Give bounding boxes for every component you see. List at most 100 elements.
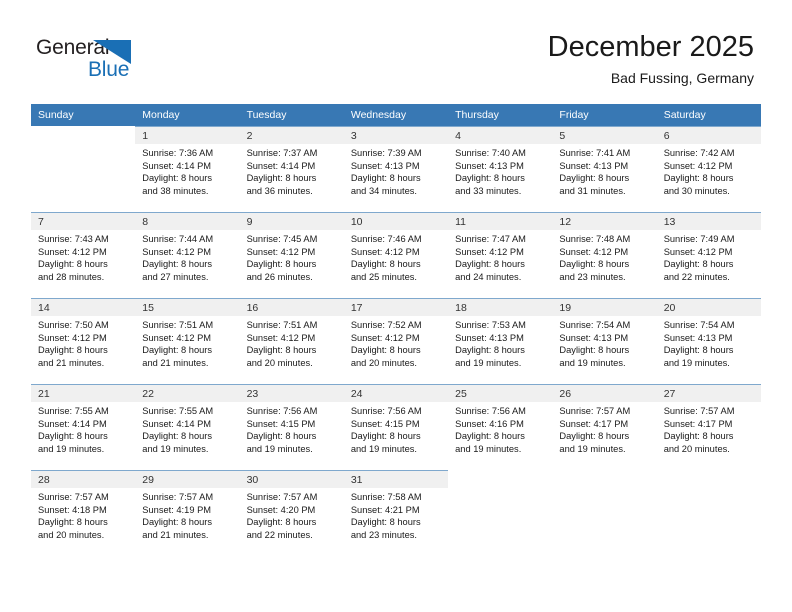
- day-number: 11: [448, 213, 553, 230]
- page-subtitle: Bad Fussing, Germany: [610, 70, 754, 86]
- weekday-header-thursday: Thursday: [448, 104, 553, 127]
- day-number: 3: [343, 127, 449, 144]
- day-cell[interactable]: 15 Sunrise: 7:51 AM Sunset: 4:12 PM Dayl…: [135, 298, 240, 385]
- sunset-text: Sunset: 4:13 PM: [455, 332, 524, 343]
- day-cell[interactable]: 5 Sunrise: 7:41 AM Sunset: 4:13 PM Dayli…: [552, 126, 657, 213]
- daylight-text-line1: Daylight: 8 hours: [38, 259, 108, 270]
- day-cell[interactable]: 18 Sunrise: 7:53 AM Sunset: 4:13 PM Dayl…: [448, 298, 553, 385]
- sunset-text: Sunset: 4:21 PM: [350, 504, 420, 515]
- daylight-text-line1: Daylight: 8 hours: [38, 517, 108, 528]
- day-cell[interactable]: 27 Sunrise: 7:57 AM Sunset: 4:17 PM Dayl…: [656, 384, 761, 471]
- daylight-text-line2: and 21 minutes.: [142, 529, 209, 540]
- daylight-text-line1: Daylight: 8 hours: [455, 173, 525, 184]
- daylight-text-line2: and 19 minutes.: [559, 443, 626, 454]
- day-number: 8: [135, 213, 240, 230]
- day-number: [31, 127, 135, 144]
- day-details: Sunrise: 7:57 AM Sunset: 4:19 PM Dayligh…: [135, 488, 239, 541]
- day-details: Sunrise: 7:48 AM Sunset: 4:12 PM Dayligh…: [552, 230, 656, 283]
- day-cell[interactable]: 17 Sunrise: 7:52 AM Sunset: 4:12 PM Dayl…: [343, 298, 449, 385]
- day-number: 1: [135, 127, 240, 144]
- day-details: Sunrise: 7:57 AM Sunset: 4:18 PM Dayligh…: [31, 488, 135, 541]
- weekday-header-row: Sunday Monday Tuesday Wednesday Thursday…: [31, 104, 761, 127]
- sunrise-text: Sunrise: 7:51 AM: [246, 320, 318, 330]
- sunset-text: Sunset: 4:12 PM: [246, 246, 316, 257]
- day-cell[interactable]: 8 Sunrise: 7:44 AM Sunset: 4:12 PM Dayli…: [135, 212, 240, 299]
- sunrise-text: Sunrise: 7:40 AM: [455, 148, 526, 158]
- day-cell[interactable]: 14 Sunrise: 7:50 AM Sunset: 4:12 PM Dayl…: [31, 298, 136, 385]
- sunset-text: Sunset: 4:12 PM: [142, 246, 212, 257]
- sunrise-text: Sunrise: 7:56 AM: [455, 406, 526, 416]
- sunrise-text: Sunrise: 7:56 AM: [246, 406, 318, 416]
- day-details: Sunrise: 7:40 AM Sunset: 4:13 PM Dayligh…: [448, 144, 552, 197]
- day-cell[interactable]: 22 Sunrise: 7:55 AM Sunset: 4:14 PM Dayl…: [135, 384, 240, 471]
- daylight-text-line2: and 19 minutes.: [663, 357, 730, 368]
- daylight-text-line1: Daylight: 8 hours: [246, 345, 317, 356]
- day-cell[interactable]: 3 Sunrise: 7:39 AM Sunset: 4:13 PM Dayli…: [343, 126, 449, 213]
- daylight-text-line1: Daylight: 8 hours: [246, 517, 317, 528]
- day-cell[interactable]: 12 Sunrise: 7:48 AM Sunset: 4:12 PM Dayl…: [552, 212, 657, 299]
- day-number: [552, 471, 656, 488]
- day-cell[interactable]: 21 Sunrise: 7:55 AM Sunset: 4:14 PM Dayl…: [31, 384, 136, 471]
- daylight-text-line2: and 26 minutes.: [246, 271, 313, 282]
- day-details: Sunrise: 7:57 AM Sunset: 4:17 PM Dayligh…: [657, 402, 761, 455]
- day-details: Sunrise: 7:52 AM Sunset: 4:12 PM Dayligh…: [344, 316, 448, 369]
- sunrise-text: Sunrise: 7:57 AM: [246, 492, 318, 502]
- day-cell[interactable]: 26 Sunrise: 7:57 AM Sunset: 4:17 PM Dayl…: [552, 384, 657, 471]
- day-cell[interactable]: 10 Sunrise: 7:46 AM Sunset: 4:12 PM Dayl…: [343, 212, 449, 299]
- calendar-grid: Sunday Monday Tuesday Wednesday Thursday…: [31, 104, 761, 556]
- day-cell[interactable]: 11 Sunrise: 7:47 AM Sunset: 4:12 PM Dayl…: [448, 212, 553, 299]
- general-blue-logo[interactable]: General Blue: [36, 36, 166, 82]
- daylight-text-line2: and 19 minutes.: [455, 357, 522, 368]
- daylight-text-line2: and 20 minutes.: [246, 357, 313, 368]
- day-number: 27: [656, 385, 761, 402]
- sunset-text: Sunset: 4:20 PM: [246, 504, 316, 515]
- daylight-text-line2: and 19 minutes.: [38, 443, 105, 454]
- day-cell[interactable]: 6 Sunrise: 7:42 AM Sunset: 4:12 PM Dayli…: [656, 126, 761, 213]
- day-cell[interactable]: 23 Sunrise: 7:56 AM Sunset: 4:15 PM Dayl…: [239, 384, 344, 471]
- calendar-page: General Blue December 2025 Bad Fussing, …: [0, 0, 792, 612]
- day-cell[interactable]: 29 Sunrise: 7:57 AM Sunset: 4:19 PM Dayl…: [135, 470, 240, 556]
- day-number: [448, 471, 552, 488]
- day-cell[interactable]: 4 Sunrise: 7:40 AM Sunset: 4:13 PM Dayli…: [448, 126, 553, 213]
- daylight-text-line2: and 36 minutes.: [246, 185, 313, 196]
- day-cell[interactable]: 25 Sunrise: 7:56 AM Sunset: 4:16 PM Dayl…: [448, 384, 553, 471]
- sunrise-text: Sunrise: 7:41 AM: [559, 148, 631, 158]
- daylight-text-line1: Daylight: 8 hours: [559, 345, 630, 356]
- day-details: Sunrise: 7:58 AM Sunset: 4:21 PM Dayligh…: [344, 488, 448, 541]
- daylight-text-line2: and 21 minutes.: [142, 357, 209, 368]
- week-row: 1 Sunrise: 7:36 AM Sunset: 4:14 PM Dayli…: [31, 126, 761, 213]
- day-number: 28: [31, 471, 136, 488]
- day-cell[interactable]: 30 Sunrise: 7:57 AM Sunset: 4:20 PM Dayl…: [239, 470, 344, 556]
- sunset-text: Sunset: 4:18 PM: [38, 504, 107, 515]
- daylight-text-line1: Daylight: 8 hours: [559, 431, 630, 442]
- day-cell[interactable]: 13 Sunrise: 7:49 AM Sunset: 4:12 PM Dayl…: [656, 212, 761, 299]
- day-cell[interactable]: 16 Sunrise: 7:51 AM Sunset: 4:12 PM Dayl…: [239, 298, 344, 385]
- sunrise-text: Sunrise: 7:57 AM: [559, 406, 631, 416]
- day-cell[interactable]: 2 Sunrise: 7:37 AM Sunset: 4:14 PM Dayli…: [239, 126, 344, 213]
- daylight-text-line2: and 22 minutes.: [246, 529, 313, 540]
- day-cell[interactable]: 7 Sunrise: 7:43 AM Sunset: 4:12 PM Dayli…: [31, 212, 136, 299]
- day-number: 2: [239, 127, 344, 144]
- day-number: 22: [135, 385, 240, 402]
- day-cell[interactable]: 1 Sunrise: 7:36 AM Sunset: 4:14 PM Dayli…: [135, 126, 240, 213]
- day-cell[interactable]: 20 Sunrise: 7:54 AM Sunset: 4:13 PM Dayl…: [656, 298, 761, 385]
- daylight-text-line1: Daylight: 8 hours: [142, 431, 213, 442]
- day-cell[interactable]: 31 Sunrise: 7:58 AM Sunset: 4:21 PM Dayl…: [343, 470, 449, 556]
- day-details: Sunrise: 7:47 AM Sunset: 4:12 PM Dayligh…: [448, 230, 552, 283]
- weekday-header-friday: Friday: [552, 104, 657, 127]
- sunset-text: Sunset: 4:19 PM: [142, 504, 212, 515]
- sunrise-text: Sunrise: 7:48 AM: [559, 234, 631, 244]
- daylight-text-line2: and 19 minutes.: [142, 443, 209, 454]
- weekday-header-tuesday: Tuesday: [239, 104, 344, 127]
- day-number: 12: [552, 213, 657, 230]
- day-details: [31, 144, 135, 147]
- day-details: Sunrise: 7:54 AM Sunset: 4:13 PM Dayligh…: [552, 316, 656, 369]
- day-cell[interactable]: 28 Sunrise: 7:57 AM Sunset: 4:18 PM Dayl…: [31, 470, 136, 556]
- day-cell[interactable]: 19 Sunrise: 7:54 AM Sunset: 4:13 PM Dayl…: [552, 298, 657, 385]
- day-cell[interactable]: 24 Sunrise: 7:56 AM Sunset: 4:15 PM Dayl…: [343, 384, 449, 471]
- day-details: [448, 488, 552, 491]
- daylight-text-line2: and 21 minutes.: [38, 357, 105, 368]
- day-cell[interactable]: 9 Sunrise: 7:45 AM Sunset: 4:12 PM Dayli…: [239, 212, 344, 299]
- day-number: 13: [656, 213, 761, 230]
- daylight-text-line1: Daylight: 8 hours: [142, 517, 213, 528]
